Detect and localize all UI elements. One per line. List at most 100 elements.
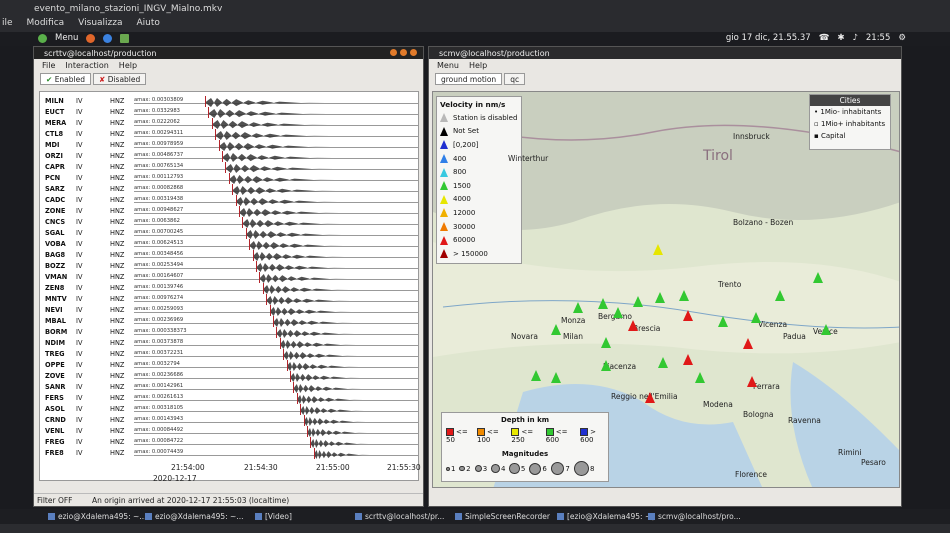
phase-pick-marker[interactable] xyxy=(266,294,268,305)
taskbar-item[interactable]: ezio@Xdalema495: ~... xyxy=(145,512,243,521)
chrome-icon[interactable] xyxy=(103,33,113,43)
trace-row[interactable]: ZOVE IV HNZ amax: 0.00236686 xyxy=(40,371,420,382)
network-icon[interactable]: ☎ xyxy=(819,33,830,43)
phase-pick-marker[interactable] xyxy=(211,118,213,129)
taskbar-item[interactable]: ezio@Xdalema495: ~... xyxy=(48,512,146,521)
station-triangle-icon[interactable] xyxy=(633,296,643,307)
station-map[interactable]: Velocity in nm/s Station is disabled Not … xyxy=(432,91,900,488)
phase-pick-marker[interactable] xyxy=(283,349,285,360)
scrttv-titlebar[interactable]: scrttv@localhost/production xyxy=(34,47,423,59)
phase-pick-marker[interactable] xyxy=(215,129,217,140)
phase-pick-marker[interactable] xyxy=(252,250,254,261)
phase-pick-marker[interactable] xyxy=(279,338,281,349)
panel-time[interactable]: 21:55 xyxy=(866,33,891,43)
taskbar-item[interactable]: [ezio@Xdalema495: ~] xyxy=(557,512,654,521)
station-triangle-icon[interactable] xyxy=(645,392,655,403)
station-triangle-icon[interactable] xyxy=(683,354,693,365)
taskbar-item[interactable]: scmv@localhost/pro... xyxy=(648,512,741,521)
media-menu-aiuto[interactable]: Aiuto xyxy=(137,18,160,32)
phase-pick-marker[interactable] xyxy=(245,228,247,239)
station-triangle-icon[interactable] xyxy=(551,324,561,335)
station-triangle-icon[interactable] xyxy=(655,292,665,303)
scrttv-menu-file[interactable]: File xyxy=(42,61,55,71)
trace-row[interactable]: EUCT IV HNZ amax: 0.0332983 xyxy=(40,107,420,118)
trace-row[interactable]: CNCS IV HNZ amax: 0.0063862 xyxy=(40,217,420,228)
station-triangle-icon[interactable] xyxy=(551,372,561,383)
trace-row[interactable]: VOBA IV HNZ amax: 0.00624513 xyxy=(40,239,420,250)
phase-pick-marker[interactable] xyxy=(239,206,240,217)
station-triangle-icon[interactable] xyxy=(718,316,728,327)
trace-row[interactable]: ZONE IV HNZ amax: 0.00948627 xyxy=(40,206,420,217)
station-triangle-icon[interactable] xyxy=(743,338,753,349)
station-triangle-icon[interactable] xyxy=(747,376,757,387)
phase-pick-marker[interactable] xyxy=(228,173,230,184)
phase-pick-marker[interactable] xyxy=(218,140,220,151)
phase-pick-marker[interactable] xyxy=(273,316,274,327)
phase-pick-marker[interactable] xyxy=(232,184,234,195)
trace-row[interactable]: BAG8 IV HNZ amax: 0.00348456 xyxy=(40,250,420,261)
phase-pick-marker[interactable] xyxy=(225,162,227,173)
trace-row[interactable]: TREG IV HNZ amax: 0.00372231 xyxy=(40,349,420,360)
station-triangle-icon[interactable] xyxy=(683,310,693,321)
station-triangle-icon[interactable] xyxy=(613,307,623,318)
volume-icon[interactable]: ♪ xyxy=(852,33,857,43)
trace-row[interactable]: FREG IV HNZ amax: 0.00084722 xyxy=(40,437,420,448)
station-triangle-icon[interactable] xyxy=(601,337,611,348)
media-menu-modifica[interactable]: Modifica xyxy=(27,18,65,32)
tab-enabled[interactable]: ✔ Enabled xyxy=(40,73,91,85)
settings-gear-icon[interactable]: ⚙ xyxy=(898,33,906,43)
trace-row[interactable]: NDIM IV HNZ amax: 0.00373878 xyxy=(40,338,420,349)
station-triangle-icon[interactable] xyxy=(695,372,705,383)
phase-pick-marker[interactable] xyxy=(222,151,223,162)
trace-row[interactable]: ASOL IV HNZ amax: 0.00318105 xyxy=(40,404,420,415)
minimize-icon[interactable] xyxy=(390,49,397,56)
trace-row[interactable]: CTL8 IV HNZ amax: 0.00294311 xyxy=(40,129,420,140)
phase-pick-marker[interactable] xyxy=(256,261,257,272)
trace-row[interactable]: SGAL IV HNZ amax: 0.00700245 xyxy=(40,228,420,239)
trace-row[interactable]: PCN IV HNZ amax: 0.00112793 xyxy=(40,173,420,184)
phase-pick-marker[interactable] xyxy=(205,96,206,107)
phase-pick-marker[interactable] xyxy=(242,217,244,228)
phase-pick-marker[interactable] xyxy=(286,360,288,371)
taskbar-item[interactable]: [Video] xyxy=(255,512,292,521)
trace-row[interactable]: MILN IV HNZ amax: 0.00303809 xyxy=(40,96,420,107)
trace-row[interactable]: ZEN8 IV HNZ amax: 0.00139746 xyxy=(40,283,420,294)
panel-clock[interactable]: gio 17 dic, 21.55.37 xyxy=(726,33,811,43)
trace-row[interactable]: BOZZ IV HNZ amax: 0.00253494 xyxy=(40,261,420,272)
phase-pick-marker[interactable] xyxy=(259,272,261,283)
station-triangle-icon[interactable] xyxy=(573,302,583,313)
trace-row[interactable]: MBAL IV HNZ amax: 0.00236969 xyxy=(40,316,420,327)
scmv-menu-menu[interactable]: Menu xyxy=(437,61,459,71)
phase-pick-marker[interactable] xyxy=(249,239,251,250)
phase-pick-marker[interactable] xyxy=(293,382,295,393)
media-menu-file[interactable]: ile xyxy=(2,18,13,32)
media-menu-visualizza[interactable]: Visualizza xyxy=(78,18,122,32)
phase-pick-marker[interactable] xyxy=(307,426,308,437)
trace-row[interactable]: CAPR IV HNZ amax: 0.00765134 xyxy=(40,162,420,173)
phase-pick-marker[interactable] xyxy=(269,305,271,316)
station-triangle-icon[interactable] xyxy=(653,244,663,255)
files-icon[interactable] xyxy=(120,33,130,43)
trace-row[interactable]: MERA IV HNZ amax: 0.0222062 xyxy=(40,118,420,129)
trace-pane[interactable]: MILN IV HNZ amax: 0.00303809 EUCT IV HNZ amax: … xyxy=(39,91,419,481)
station-triangle-icon[interactable] xyxy=(658,357,668,368)
trace-row[interactable]: SARZ IV HNZ amax: 0.00082868 xyxy=(40,184,420,195)
app-menu-label[interactable]: Menu xyxy=(55,33,78,43)
trace-row[interactable]: CRND IV HNZ amax: 0.00143943 xyxy=(40,415,420,426)
station-triangle-icon[interactable] xyxy=(813,272,823,283)
scmv-titlebar[interactable]: scmv@localhost/production xyxy=(429,47,901,59)
station-triangle-icon[interactable] xyxy=(821,324,831,335)
filter-status[interactable]: Filter OFF xyxy=(37,496,73,505)
trace-row[interactable]: BORM IV HNZ amax: 0.000338373 xyxy=(40,327,420,338)
station-triangle-icon[interactable] xyxy=(751,312,761,323)
maximize-icon[interactable] xyxy=(400,49,407,56)
trace-row[interactable]: MDI IV HNZ amax: 0.00978959 xyxy=(40,140,420,151)
phase-pick-marker[interactable] xyxy=(276,327,278,338)
app-menu-icon[interactable] xyxy=(38,33,47,43)
station-triangle-icon[interactable] xyxy=(628,320,638,331)
trace-row[interactable]: ORZI IV HNZ amax: 0.00486737 xyxy=(40,151,420,162)
trace-row[interactable]: MNTV IV HNZ amax: 0.00976274 xyxy=(40,294,420,305)
phase-pick-marker[interactable] xyxy=(208,107,210,118)
taskbar-item[interactable]: scrttv@localhost/pr... xyxy=(355,512,444,521)
phase-pick-marker[interactable] xyxy=(313,448,315,459)
